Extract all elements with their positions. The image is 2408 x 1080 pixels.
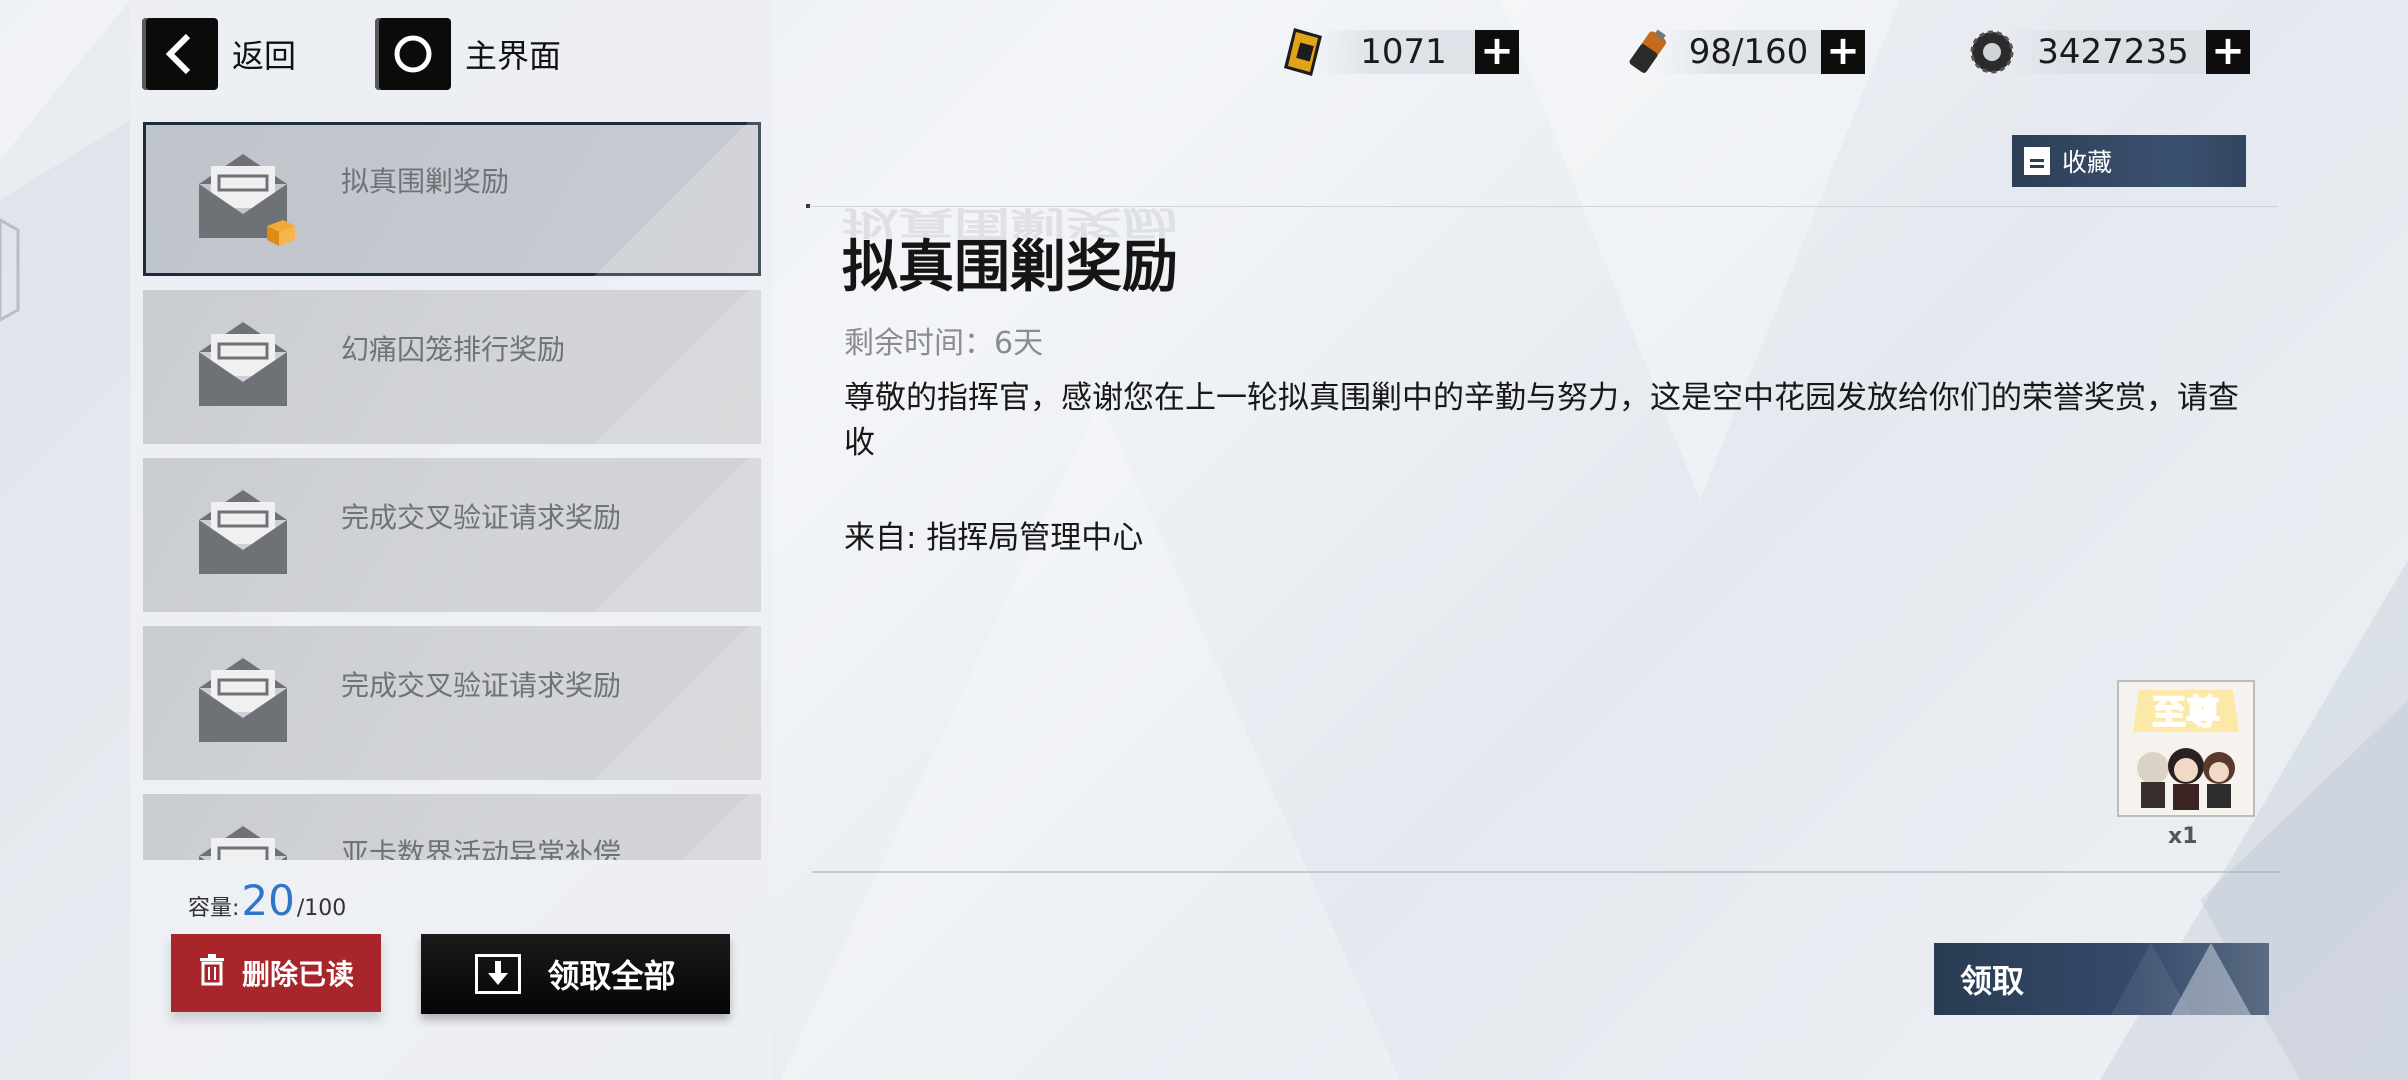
mail-item-selected[interactable]: 拟真围剿奖励	[143, 122, 761, 276]
open-envelope-icon	[193, 486, 293, 580]
mail-title: 亚卡数界活动异常补偿	[341, 837, 622, 860]
mail-title: 幻痛囚笼排行奖励	[341, 333, 566, 366]
back-label: 返回	[232, 37, 297, 75]
mail-item[interactable]: 幻痛囚笼排行奖励	[143, 290, 761, 444]
reward-quantity: x1	[2168, 824, 2198, 849]
reward-badge-text: 至尊	[2152, 693, 2220, 733]
claim-all-button[interactable]: 领取全部	[421, 934, 730, 1014]
gear-coin-icon	[1964, 24, 2020, 80]
home-label: 主界面	[465, 37, 562, 75]
document-icon	[2024, 147, 2050, 175]
ticket-count: 1071	[1360, 32, 1447, 72]
mail-title: 完成交叉验证请求奖励	[341, 669, 622, 702]
resource-coin: 3427235 +	[1964, 24, 2268, 80]
battery-count: 98/160	[1688, 32, 1809, 72]
add-coin-button[interactable]: +	[2206, 30, 2250, 74]
battery-icon	[1620, 24, 1676, 80]
supreme-sticker-icon: 至尊	[2119, 682, 2253, 815]
mail-list: 拟真围剿奖励 幻痛囚笼排行奖励 完成交叉验证请求奖励 完成交叉验证请求奖励 亚卡…	[143, 122, 761, 860]
mail-detail-title: 拟真围剿奖励	[842, 235, 1178, 300]
add-ticket-button[interactable]: +	[1475, 30, 1519, 74]
remaining-time: 剩余时间：6天	[844, 326, 1044, 361]
resource-battery: 98/160 +	[1620, 24, 1885, 80]
favorite-label: 收藏	[2062, 148, 2113, 177]
favorite-button[interactable]: 收藏	[2012, 135, 2246, 187]
download-icon	[475, 954, 522, 994]
open-envelope-icon	[193, 822, 293, 860]
mail-capacity: 容量: 20 /100	[188, 876, 346, 925]
add-battery-button[interactable]: +	[1821, 30, 1865, 74]
circle-home-icon	[375, 18, 451, 90]
mail-item[interactable]: 完成交叉验证请求奖励	[143, 626, 761, 780]
mail-body: 尊敬的指挥官，感谢您在上一轮拟真围剿中的辛勤与努力，这是空中花园发放给你们的荣誉…	[844, 380, 2239, 461]
back-button[interactable]: 返回	[142, 18, 296, 90]
delete-read-label: 删除已读	[241, 958, 354, 991]
coin-count: 3427235	[2037, 32, 2189, 72]
triangle-decoration	[2111, 943, 2251, 1015]
claim-button[interactable]: 领取	[1934, 943, 2269, 1015]
capacity-max: /100	[296, 896, 347, 921]
mail-item[interactable]: 完成交叉验证请求奖励	[143, 458, 761, 612]
delete-read-button[interactable]: 删除已读	[171, 934, 381, 1012]
package-icon	[263, 218, 297, 252]
claim-label: 领取	[1960, 962, 2025, 1000]
mail-item[interactable]: 亚卡数界活动异常补偿	[143, 794, 761, 860]
resource-ticket: 1071 +	[1276, 24, 1541, 80]
home-button[interactable]: 主界面	[375, 18, 561, 90]
reward-item[interactable]: 至尊	[2117, 680, 2255, 817]
trash-icon	[198, 953, 226, 993]
mail-title: 拟真围剿奖励	[341, 165, 510, 198]
claim-all-label: 领取全部	[547, 957, 676, 995]
ticket-icon	[1276, 24, 1332, 80]
divider	[812, 871, 2280, 873]
mail-sender: 来自: 指挥局管理中心	[844, 520, 1144, 556]
mail-title: 完成交叉验证请求奖励	[341, 501, 622, 534]
open-envelope-icon	[193, 654, 293, 748]
open-envelope-icon	[193, 318, 293, 412]
capacity-label: 容量:	[188, 896, 240, 921]
chevron-left-icon	[142, 18, 218, 90]
capacity-value: 20	[241, 876, 295, 925]
